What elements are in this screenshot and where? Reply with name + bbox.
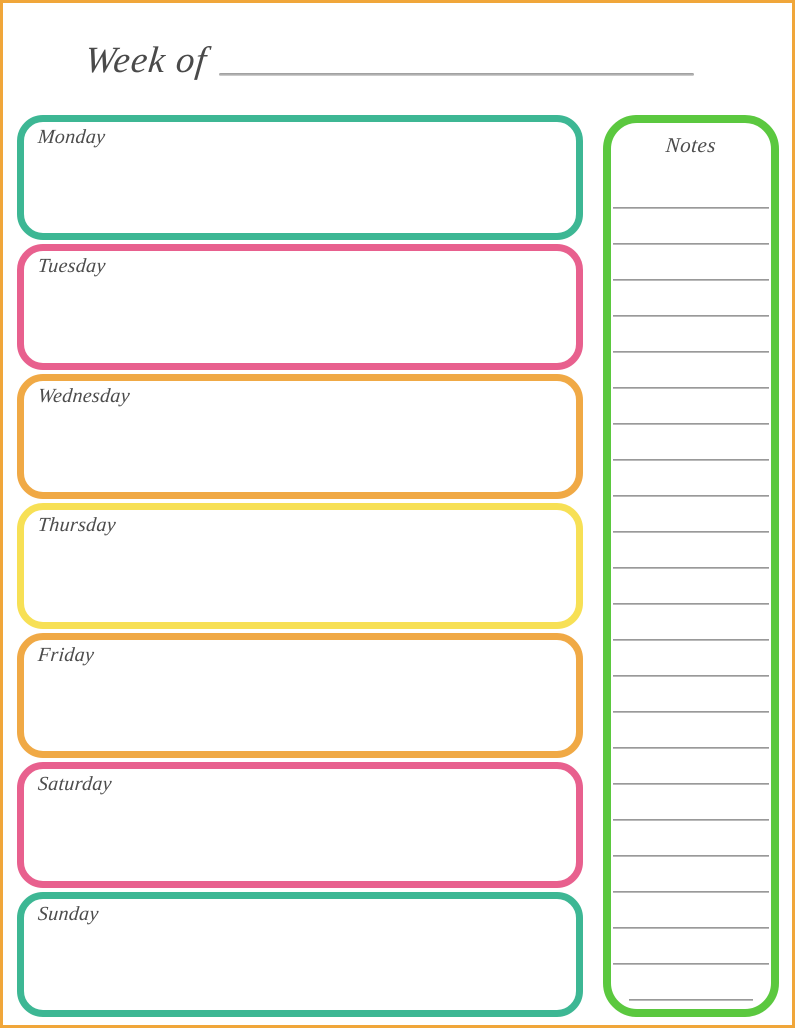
note-line[interactable] — [611, 749, 771, 785]
week-of-date-blank[interactable] — [218, 73, 694, 76]
note-line[interactable] — [611, 605, 771, 641]
note-line[interactable] — [611, 497, 771, 533]
note-line[interactable] — [611, 821, 771, 857]
day-label-monday: Monday — [37, 126, 107, 148]
planner-body: Monday Tuesday Wednesday Thursday Friday — [3, 115, 792, 1023]
note-line[interactable] — [611, 857, 771, 893]
day-writing-area-tuesday[interactable] — [24, 279, 576, 362]
notes-panel[interactable]: Notes — [603, 115, 779, 1017]
notes-title: Notes — [664, 133, 718, 157]
notes-lines-container — [611, 173, 771, 1009]
weekly-planner-page: Week of Monday Tuesday Wednesday Thursda… — [0, 0, 795, 1028]
day-label-wednesday: Wednesday — [37, 384, 131, 407]
day-box-tuesday[interactable]: Tuesday — [17, 244, 583, 370]
day-boxes-column: Monday Tuesday Wednesday Thursday Friday — [17, 115, 583, 1017]
day-box-monday[interactable]: Monday — [17, 115, 583, 241]
day-writing-area-wednesday[interactable] — [24, 409, 576, 492]
note-line[interactable] — [611, 425, 771, 461]
day-label-friday: Friday — [37, 643, 96, 666]
day-box-friday[interactable]: Friday — [17, 632, 583, 759]
day-label-tuesday: Tuesday — [37, 255, 107, 278]
note-line[interactable] — [611, 893, 771, 929]
day-writing-area-thursday[interactable] — [24, 538, 576, 621]
note-line[interactable] — [611, 929, 771, 965]
note-line[interactable] — [611, 389, 771, 425]
note-line[interactable] — [611, 713, 771, 749]
note-line[interactable] — [611, 641, 771, 677]
day-box-wednesday[interactable]: Wednesday — [17, 373, 583, 500]
note-line[interactable] — [611, 245, 771, 281]
day-writing-area-sunday[interactable] — [24, 927, 576, 1010]
day-label-thursday: Thursday — [37, 514, 117, 537]
note-line[interactable] — [611, 317, 771, 353]
note-line[interactable] — [611, 965, 771, 1001]
week-of-label: Week of — [83, 40, 210, 81]
day-box-saturday[interactable]: Saturday — [17, 762, 583, 888]
note-line[interactable] — [611, 281, 771, 317]
day-box-thursday[interactable]: Thursday — [17, 503, 583, 629]
day-writing-area-monday[interactable] — [24, 150, 576, 233]
day-writing-area-saturday[interactable] — [24, 797, 576, 880]
day-label-saturday: Saturday — [37, 773, 113, 796]
note-line[interactable] — [611, 677, 771, 713]
day-writing-area-friday[interactable] — [24, 668, 576, 751]
day-box-sunday[interactable]: Sunday — [17, 891, 583, 1017]
note-line[interactable] — [611, 533, 771, 569]
note-line[interactable] — [611, 173, 771, 209]
note-line[interactable] — [611, 209, 771, 245]
note-line[interactable] — [611, 353, 771, 389]
day-label-sunday: Sunday — [37, 902, 100, 925]
note-line[interactable] — [611, 785, 771, 821]
note-line[interactable] — [611, 569, 771, 605]
planner-header: Week of — [3, 21, 792, 83]
note-line[interactable] — [611, 461, 771, 497]
